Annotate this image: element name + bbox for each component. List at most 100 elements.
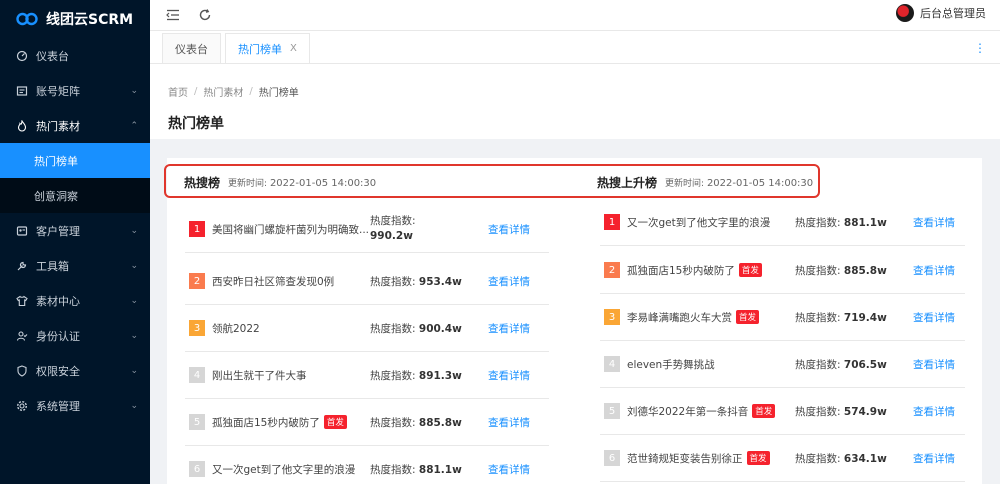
tab-label: 热门榜单	[238, 42, 282, 56]
view-detail-link[interactable]: 查看详情	[488, 368, 530, 383]
item-title[interactable]: 孤独面店15秒内破防了 首发	[212, 415, 370, 430]
item-title[interactable]: 刚出生就干了件大事	[212, 368, 370, 383]
update-time-label: 更新时间:	[228, 178, 268, 189]
heat-index: 热度指数: 900.4w	[370, 321, 488, 336]
heat-index: 热度指数: 719.4w	[795, 310, 913, 325]
heat-label: 热度指数:	[795, 452, 841, 465]
hot-search-card: 热搜榜 更新时间: 2022-01-05 14:00:30 1 美国将幽门螺旋杆菌…	[167, 158, 584, 484]
view-detail-link[interactable]: 查看详情	[488, 274, 530, 289]
user-menu[interactable]: 后台总管理员	[896, 4, 986, 22]
customer-icon	[16, 225, 28, 237]
first-release-badge: 首发	[746, 451, 770, 465]
sidebar-item-dashboard[interactable]: 仪表台	[0, 38, 150, 73]
view-detail-link[interactable]: 查看详情	[913, 357, 955, 372]
view-detail-link[interactable]: 查看详情	[488, 462, 530, 477]
update-time-value: 2022-01-05 14:00:30	[269, 177, 377, 189]
view-detail-link[interactable]: 查看详情	[913, 215, 955, 230]
sidebar-item-toolbox[interactable]: 工具箱 ⌄	[0, 248, 150, 283]
sidebar-item-customers[interactable]: 客户管理 ⌄	[0, 213, 150, 248]
app-logo[interactable]: 线团云SCRM	[0, 0, 150, 38]
item-title-text: 美国将幽门螺旋杆菌列为明确致...	[212, 223, 370, 236]
item-title-text: 孤独面店15秒内破防了	[212, 416, 320, 429]
view-detail-link[interactable]: 查看详情	[488, 321, 530, 336]
sidebar-item-accounts[interactable]: 账号矩阵 ⌄	[0, 73, 150, 108]
item-title-text: 又一次get到了他文字里的浪漫	[627, 216, 771, 229]
heat-value: 634.1w	[843, 452, 887, 465]
rank-badge: 6	[604, 450, 620, 466]
rank-badge: 1	[189, 221, 205, 237]
view-detail-link[interactable]: 查看详情	[488, 222, 530, 237]
sidebar-item-hot-materials[interactable]: 热门素材 ⌃	[0, 108, 150, 143]
heat-index: 热度指数: 885.8w	[795, 263, 913, 278]
close-icon[interactable]: X	[290, 43, 297, 54]
heat-index: 热度指数: 885.8w	[370, 415, 488, 430]
breadcrumb: 首页 / 热门素材 / 热门榜单	[168, 84, 1000, 99]
sidebar-item-label: 素材中心	[36, 294, 80, 308]
submenu-hot-materials: 热门榜单 创意洞察	[0, 143, 150, 213]
update-time: 更新时间: 2022-01-05 14:00:30	[665, 176, 813, 189]
item-title[interactable]: 范世錡规矩变装告别徐正 首发	[627, 451, 795, 466]
hot-rising-card: 热搜上升榜 更新时间: 2022-01-05 14:00:30 1 又一次get到…	[580, 158, 982, 484]
heat-label: 热度指数:	[370, 275, 416, 288]
heat-label: 热度指数:	[795, 358, 841, 371]
more-vertical-icon[interactable]: ⋮	[974, 41, 986, 55]
heat-label: 热度指数:	[370, 215, 416, 227]
list-item: 3 李易峰满嘴跑火车大赏 首发 热度指数: 719.4w 查看详情	[600, 294, 965, 341]
sidebar-item-identity[interactable]: 身份认证 ⌄	[0, 318, 150, 353]
sidebar-item-hot-list[interactable]: 热门榜单	[0, 143, 150, 178]
rank-badge: 3	[189, 320, 205, 336]
item-title[interactable]: 孤独面店15秒内破防了 首发	[627, 263, 795, 278]
view-detail-link[interactable]: 查看详情	[913, 310, 955, 325]
heat-value: 885.8w	[843, 264, 887, 277]
identity-icon	[16, 330, 28, 342]
tab-hot-list[interactable]: 热门榜单 X	[225, 33, 310, 63]
tab-dashboard[interactable]: 仪表台	[162, 33, 221, 63]
wrench-icon	[16, 260, 28, 272]
list-item: 4 eleven手势舞挑战 热度指数: 706.5w 查看详情	[600, 341, 965, 388]
update-time-label: 更新时间:	[665, 178, 705, 189]
item-title[interactable]: 刘德华2022年第一条抖音 首发	[627, 404, 795, 419]
sidebar-item-label: 权限安全	[36, 364, 80, 378]
sidebar-item-security[interactable]: 权限安全 ⌄	[0, 353, 150, 388]
sidebar-item-label: 创意洞察	[34, 189, 78, 203]
heat-value: 881.1w	[418, 463, 462, 476]
gear-icon	[16, 400, 28, 412]
view-detail-link[interactable]: 查看详情	[913, 263, 955, 278]
item-title[interactable]: 领航2022	[212, 321, 370, 336]
item-title[interactable]: 西安昨日社区筛查发现0例	[212, 274, 370, 289]
heat-value: 900.4w	[418, 322, 462, 335]
item-title-text: eleven手势舞挑战	[627, 358, 715, 371]
menu-fold-icon[interactable]	[166, 8, 180, 22]
heat-label: 热度指数:	[370, 463, 416, 476]
sidebar: 线团云SCRM 仪表台 账号矩阵 ⌄ 热门素材 ⌃ 热门榜单 创意洞察 客户管理	[0, 0, 150, 484]
sidebar-item-label: 客户管理	[36, 224, 80, 238]
chevron-down-icon: ⌄	[130, 330, 138, 341]
sidebar-item-material-center[interactable]: 素材中心 ⌄	[0, 283, 150, 318]
item-title-text: 孤独面店15秒内破防了	[627, 264, 735, 277]
sidebar-item-system[interactable]: 系统管理 ⌄	[0, 388, 150, 423]
account-icon	[16, 85, 28, 97]
chevron-up-icon: ⌃	[130, 120, 138, 131]
breadcrumb-home[interactable]: 首页	[168, 84, 188, 99]
heat-label: 热度指数:	[370, 416, 416, 429]
view-detail-link[interactable]: 查看详情	[913, 404, 955, 419]
view-detail-link[interactable]: 查看详情	[488, 415, 530, 430]
view-detail-link[interactable]: 查看详情	[913, 451, 955, 466]
list-item: 5 孤独面店15秒内破防了 首发 热度指数: 885.8w 查看详情	[185, 399, 549, 446]
item-title-text: 西安昨日社区筛查发现0例	[212, 275, 335, 288]
refresh-icon[interactable]	[198, 8, 212, 22]
list-item: 3 领航2022 热度指数: 900.4w 查看详情	[185, 305, 549, 352]
sidebar-item-label: 身份认证	[36, 329, 80, 343]
item-title[interactable]: 李易峰满嘴跑火车大赏 首发	[627, 310, 795, 325]
chevron-down-icon: ⌄	[130, 85, 138, 96]
item-title[interactable]: 美国将幽门螺旋杆菌列为明确致...	[212, 222, 370, 237]
list-item: 6 范世錡规矩变装告别徐正 首发 热度指数: 634.1w 查看详情	[600, 435, 965, 482]
item-title[interactable]: 又一次get到了他文字里的浪漫	[212, 462, 370, 477]
chevron-down-icon: ⌄	[130, 400, 138, 411]
heat-index: 热度指数: 706.5w	[795, 357, 913, 372]
item-title[interactable]: 又一次get到了他文字里的浪漫	[627, 215, 795, 230]
breadcrumb-hot-materials[interactable]: 热门素材	[203, 84, 243, 99]
heat-label: 热度指数:	[370, 322, 416, 335]
item-title[interactable]: eleven手势舞挑战	[627, 357, 795, 372]
sidebar-item-creative-insight[interactable]: 创意洞察	[0, 178, 150, 213]
